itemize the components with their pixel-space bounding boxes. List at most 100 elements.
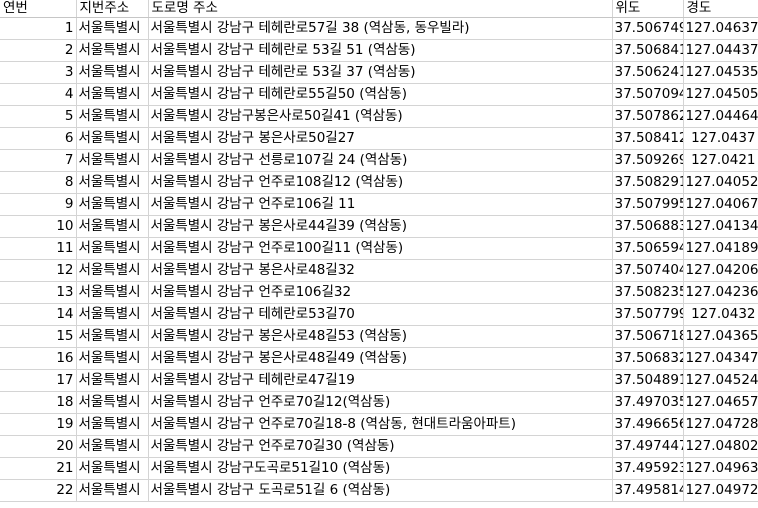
- cell-road-address[interactable]: 서울특별시 강남구 테헤란로57길 38 (역삼동, 동우빌라): [148, 17, 613, 40]
- column-header-longitude[interactable]: 경도: [683, 0, 758, 18]
- cell-jibun-address[interactable]: 서울특별시: [76, 325, 149, 348]
- cell-jibun-address[interactable]: 서울특별시: [76, 149, 149, 172]
- cell-latitude[interactable]: 37.507404: [612, 259, 684, 282]
- cell-longitude[interactable]: 127.04052: [683, 171, 758, 194]
- cell-jibun-address[interactable]: 서울특별시: [76, 83, 149, 106]
- cell-no[interactable]: 12: [0, 259, 77, 282]
- cell-latitude[interactable]: 37.508412: [612, 127, 684, 150]
- cell-no[interactable]: 13: [0, 281, 77, 304]
- cell-longitude[interactable]: 127.04637: [683, 17, 758, 40]
- cell-road-address[interactable]: 서울특별시 강남구 언주로70길30 (역삼동): [148, 435, 613, 458]
- cell-longitude[interactable]: 127.04802: [683, 435, 758, 458]
- cell-jibun-address[interactable]: 서울특별시: [76, 435, 149, 458]
- column-header-latitude[interactable]: 위도: [612, 0, 684, 18]
- cell-jibun-address[interactable]: 서울특별시: [76, 413, 149, 436]
- cell-jibun-address[interactable]: 서울특별시: [76, 303, 149, 326]
- cell-latitude[interactable]: 37.506841: [612, 39, 684, 62]
- cell-road-address[interactable]: 서울특별시 강남구 언주로70길12(역삼동): [148, 391, 613, 414]
- cell-jibun-address[interactable]: 서울특별시: [76, 237, 149, 260]
- cell-latitude[interactable]: 37.508235: [612, 281, 684, 304]
- cell-longitude[interactable]: 127.04347: [683, 347, 758, 370]
- cell-no[interactable]: 1: [0, 17, 77, 40]
- cell-longitude[interactable]: 127.04972: [683, 479, 758, 502]
- cell-latitude[interactable]: 37.497035: [612, 391, 684, 414]
- cell-latitude[interactable]: 37.506241: [612, 61, 684, 84]
- cell-jibun-address[interactable]: 서울특별시: [76, 127, 149, 150]
- cell-road-address[interactable]: 서울특별시 강남구 테헤란로47길19: [148, 369, 613, 392]
- cell-longitude[interactable]: 127.04963: [683, 457, 758, 480]
- cell-latitude[interactable]: 37.507995: [612, 193, 684, 216]
- cell-jibun-address[interactable]: 서울특별시: [76, 391, 149, 414]
- cell-no[interactable]: 16: [0, 347, 77, 370]
- cell-road-address[interactable]: 서울특별시 강남구 테헤란로 53길 37 (역삼동): [148, 61, 613, 84]
- cell-jibun-address[interactable]: 서울특별시: [76, 369, 149, 392]
- cell-road-address[interactable]: 서울특별시 강남구 언주로106길32: [148, 281, 613, 304]
- cell-road-address[interactable]: 서울특별시 강남구 봉은사로50길27: [148, 127, 613, 150]
- cell-no[interactable]: 6: [0, 127, 77, 150]
- cell-longitude[interactable]: 127.04535: [683, 61, 758, 84]
- cell-road-address[interactable]: 서울특별시 강남구 언주로70길18-8 (역삼동, 현대트라움아파트): [148, 413, 613, 436]
- cell-jibun-address[interactable]: 서울특별시: [76, 17, 149, 40]
- cell-no[interactable]: 4: [0, 83, 77, 106]
- cell-latitude[interactable]: 37.504891: [612, 369, 684, 392]
- cell-latitude[interactable]: 37.506832: [612, 347, 684, 370]
- cell-jibun-address[interactable]: 서울특별시: [76, 281, 149, 304]
- cell-latitude[interactable]: 37.495923: [612, 457, 684, 480]
- cell-no[interactable]: 11: [0, 237, 77, 260]
- cell-longitude[interactable]: 127.04236: [683, 281, 758, 304]
- cell-latitude[interactable]: 37.496656: [612, 413, 684, 436]
- cell-latitude[interactable]: 37.507799: [612, 303, 684, 326]
- cell-latitude[interactable]: 37.495814: [612, 479, 684, 502]
- cell-longitude[interactable]: 127.04728: [683, 413, 758, 436]
- cell-no[interactable]: 21: [0, 457, 77, 480]
- cell-latitude[interactable]: 37.497447: [612, 435, 684, 458]
- cell-no[interactable]: 3: [0, 61, 77, 84]
- cell-longitude[interactable]: 127.04134: [683, 215, 758, 238]
- cell-road-address[interactable]: 서울특별시 강남구 테헤란로53길70: [148, 303, 613, 326]
- cell-no[interactable]: 10: [0, 215, 77, 238]
- cell-jibun-address[interactable]: 서울특별시: [76, 61, 149, 84]
- cell-road-address[interactable]: 서울특별시 강남구 언주로108길12 (역삼동): [148, 171, 613, 194]
- cell-no[interactable]: 17: [0, 369, 77, 392]
- cell-latitude[interactable]: 37.506883: [612, 215, 684, 238]
- cell-longitude[interactable]: 127.04657: [683, 391, 758, 414]
- cell-jibun-address[interactable]: 서울특별시: [76, 105, 149, 128]
- cell-latitude[interactable]: 37.508291: [612, 171, 684, 194]
- cell-latitude[interactable]: 37.506749: [612, 17, 684, 40]
- column-header-no[interactable]: 연번: [0, 0, 77, 18]
- cell-longitude[interactable]: 127.04365: [683, 325, 758, 348]
- cell-no[interactable]: 9: [0, 193, 77, 216]
- cell-no[interactable]: 19: [0, 413, 77, 436]
- cell-no[interactable]: 18: [0, 391, 77, 414]
- cell-longitude[interactable]: 127.04067: [683, 193, 758, 216]
- cell-no[interactable]: 14: [0, 303, 77, 326]
- cell-road-address[interactable]: 서울특별시 강남구 테헤란로 53길 51 (역삼동): [148, 39, 613, 62]
- cell-jibun-address[interactable]: 서울특별시: [76, 457, 149, 480]
- cell-road-address[interactable]: 서울특별시 강남구 언주로106길 11: [148, 193, 613, 216]
- cell-no[interactable]: 22: [0, 479, 77, 502]
- cell-latitude[interactable]: 37.509269: [612, 149, 684, 172]
- cell-longitude[interactable]: 127.04524: [683, 369, 758, 392]
- cell-jibun-address[interactable]: 서울특별시: [76, 347, 149, 370]
- column-header-road-address[interactable]: 도로명 주소: [148, 0, 613, 18]
- cell-longitude[interactable]: 127.0437: [683, 127, 758, 150]
- cell-jibun-address[interactable]: 서울특별시: [76, 193, 149, 216]
- cell-road-address[interactable]: 서울특별시 강남구 언주로100길11 (역삼동): [148, 237, 613, 260]
- cell-longitude[interactable]: 127.04189: [683, 237, 758, 260]
- cell-no[interactable]: 7: [0, 149, 77, 172]
- cell-latitude[interactable]: 37.506718: [612, 325, 684, 348]
- cell-longitude[interactable]: 127.04206: [683, 259, 758, 282]
- cell-jibun-address[interactable]: 서울특별시: [76, 39, 149, 62]
- cell-road-address[interactable]: 서울특별시 강남구 봉은사로48길53 (역삼동): [148, 325, 613, 348]
- cell-road-address[interactable]: 서울특별시 강남구도곡로51길10 (역삼동): [148, 457, 613, 480]
- column-header-jibun-address[interactable]: 지번주소: [76, 0, 149, 18]
- cell-road-address[interactable]: 서울특별시 강남구 선릉로107길 24 (역삼동): [148, 149, 613, 172]
- cell-longitude[interactable]: 127.04464: [683, 105, 758, 128]
- cell-road-address[interactable]: 서울특별시 강남구 봉은사로48길32: [148, 259, 613, 282]
- cell-no[interactable]: 5: [0, 105, 77, 128]
- cell-jibun-address[interactable]: 서울특별시: [76, 171, 149, 194]
- cell-no[interactable]: 2: [0, 39, 77, 62]
- cell-latitude[interactable]: 37.506594: [612, 237, 684, 260]
- cell-jibun-address[interactable]: 서울특별시: [76, 259, 149, 282]
- cell-road-address[interactable]: 서울특별시 강남구봉은사로50길41 (역삼동): [148, 105, 613, 128]
